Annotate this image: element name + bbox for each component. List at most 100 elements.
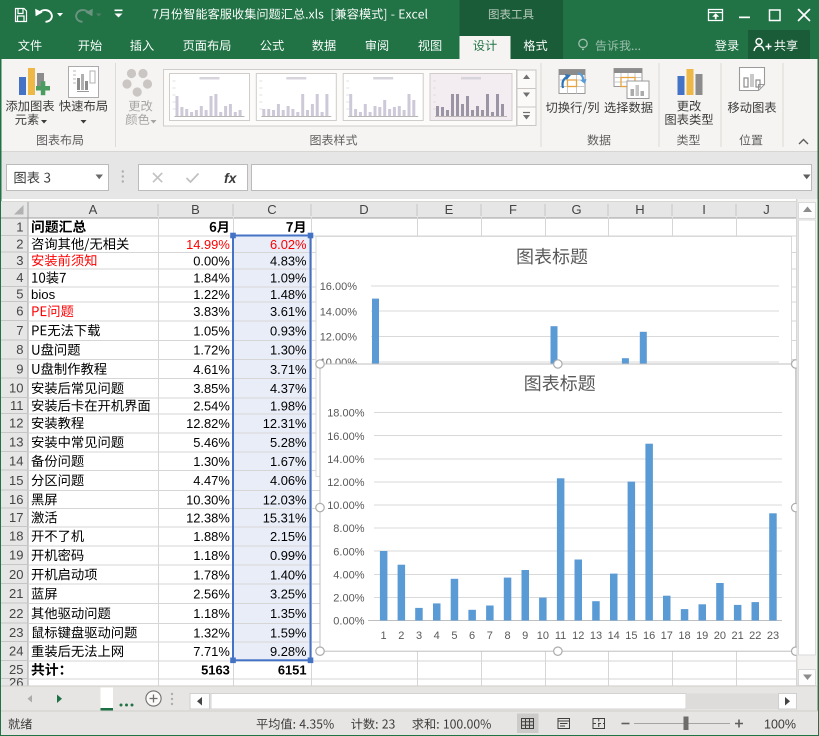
- svg-text:4.83%: 4.83%: [270, 253, 307, 268]
- svg-text:12: 12: [572, 630, 584, 642]
- svg-text:9: 9: [16, 361, 23, 376]
- svg-text:15: 15: [625, 630, 637, 642]
- svg-text:4.37%: 4.37%: [270, 381, 307, 396]
- svg-text:3.83%: 3.83%: [193, 304, 230, 319]
- svg-text:19: 19: [9, 548, 23, 563]
- svg-text:2.54%: 2.54%: [193, 399, 230, 414]
- svg-text:4: 4: [16, 270, 23, 285]
- svg-text:17: 17: [661, 630, 673, 642]
- svg-text:1.59%: 1.59%: [270, 625, 307, 640]
- svg-text:13: 13: [590, 630, 602, 642]
- svg-text:1.40%: 1.40%: [270, 567, 307, 582]
- svg-text:5: 5: [16, 287, 23, 302]
- svg-text:18.00%: 18.00%: [327, 408, 365, 420]
- svg-text:2: 2: [398, 630, 404, 642]
- svg-text:10: 10: [537, 630, 549, 642]
- svg-text:4.61%: 4.61%: [193, 362, 230, 377]
- svg-text:20: 20: [714, 630, 726, 642]
- svg-text:11: 11: [10, 398, 24, 413]
- svg-text:6: 6: [469, 630, 475, 642]
- svg-text:D: D: [359, 202, 368, 217]
- svg-text:7: 7: [487, 630, 493, 642]
- svg-text:24: 24: [9, 644, 23, 659]
- svg-text:J: J: [763, 202, 770, 217]
- svg-text:23: 23: [9, 625, 23, 640]
- svg-text:E: E: [445, 202, 454, 217]
- svg-text:1.67%: 1.67%: [270, 454, 307, 469]
- svg-text:1.30%: 1.30%: [270, 343, 307, 358]
- svg-text:5163: 5163: [201, 663, 230, 678]
- svg-text:14: 14: [608, 630, 620, 642]
- svg-text:1.05%: 1.05%: [193, 323, 230, 338]
- svg-text:15.31%: 15.31%: [263, 510, 307, 525]
- svg-text:10.00%: 10.00%: [327, 500, 365, 512]
- svg-text:8: 8: [16, 342, 23, 357]
- svg-text:A: A: [89, 202, 98, 217]
- svg-text:1.48%: 1.48%: [270, 287, 307, 302]
- svg-text:22: 22: [749, 630, 761, 642]
- svg-text:12.00%: 12.00%: [327, 477, 365, 489]
- svg-text:4: 4: [434, 630, 440, 642]
- svg-text:1.72%: 1.72%: [193, 343, 230, 358]
- svg-text:1.35%: 1.35%: [270, 606, 307, 621]
- svg-text:14.00%: 14.00%: [327, 454, 365, 466]
- svg-text:6.00%: 6.00%: [333, 546, 364, 558]
- svg-text:1.18%: 1.18%: [193, 548, 230, 563]
- svg-text:1.18%: 1.18%: [193, 606, 230, 621]
- svg-text:3: 3: [16, 253, 23, 268]
- svg-text:1.22%: 1.22%: [193, 287, 230, 302]
- svg-text:14: 14: [9, 453, 23, 468]
- svg-text:bios: bios: [31, 287, 56, 302]
- svg-text:23: 23: [767, 630, 779, 642]
- svg-text:100%: 100%: [764, 717, 796, 731]
- svg-text:12.03%: 12.03%: [263, 492, 307, 507]
- svg-text:4.47%: 4.47%: [193, 473, 230, 488]
- svg-text:0.99%: 0.99%: [270, 548, 307, 563]
- svg-text:1.84%: 1.84%: [193, 271, 230, 286]
- svg-text:G: G: [571, 202, 581, 217]
- svg-text:20: 20: [9, 567, 23, 582]
- svg-text:3.25%: 3.25%: [270, 587, 307, 602]
- svg-text:8: 8: [504, 630, 510, 642]
- svg-text:21: 21: [731, 630, 743, 642]
- svg-text:1.30%: 1.30%: [193, 454, 230, 469]
- svg-text:B: B: [191, 202, 200, 217]
- svg-text:16.00%: 16.00%: [327, 431, 365, 443]
- svg-text:1.32%: 1.32%: [193, 625, 230, 640]
- svg-text:5.46%: 5.46%: [193, 435, 230, 450]
- svg-text:4.00%: 4.00%: [333, 569, 364, 581]
- svg-text:9: 9: [522, 630, 528, 642]
- svg-text:18: 18: [678, 630, 690, 642]
- svg-text:6: 6: [16, 304, 23, 319]
- svg-text:10: 10: [9, 381, 23, 396]
- svg-text:14.99%: 14.99%: [186, 237, 230, 252]
- svg-text:17: 17: [9, 510, 23, 525]
- svg-text:0.00%: 0.00%: [333, 616, 364, 628]
- svg-text:12: 12: [9, 416, 23, 431]
- svg-text:3: 3: [416, 630, 422, 642]
- svg-text:2.56%: 2.56%: [193, 587, 230, 602]
- svg-text:14.00%: 14.00%: [320, 306, 358, 318]
- svg-text:5: 5: [451, 630, 457, 642]
- svg-text:2.00%: 2.00%: [333, 593, 364, 605]
- svg-text:2.15%: 2.15%: [270, 529, 307, 544]
- svg-text:13: 13: [9, 435, 23, 450]
- svg-text:19: 19: [696, 630, 708, 642]
- svg-text:11: 11: [555, 630, 566, 642]
- svg-text:0.00%: 0.00%: [193, 253, 230, 268]
- svg-text:3.71%: 3.71%: [270, 362, 307, 377]
- svg-text:8.00%: 8.00%: [333, 523, 364, 535]
- svg-text:3.61%: 3.61%: [270, 304, 307, 319]
- svg-text:2: 2: [16, 236, 23, 251]
- svg-text:7: 7: [16, 323, 23, 338]
- svg-text:F: F: [509, 202, 517, 217]
- svg-text:I: I: [702, 202, 706, 217]
- svg-text:18: 18: [9, 529, 23, 544]
- svg-text:22: 22: [9, 606, 23, 621]
- svg-text:6.02%: 6.02%: [270, 237, 307, 252]
- svg-text:1.98%: 1.98%: [270, 399, 307, 414]
- svg-text:12.00%: 12.00%: [320, 332, 358, 344]
- svg-text:1: 1: [16, 219, 23, 234]
- svg-text:12.82%: 12.82%: [186, 416, 230, 431]
- svg-text:H: H: [635, 202, 644, 217]
